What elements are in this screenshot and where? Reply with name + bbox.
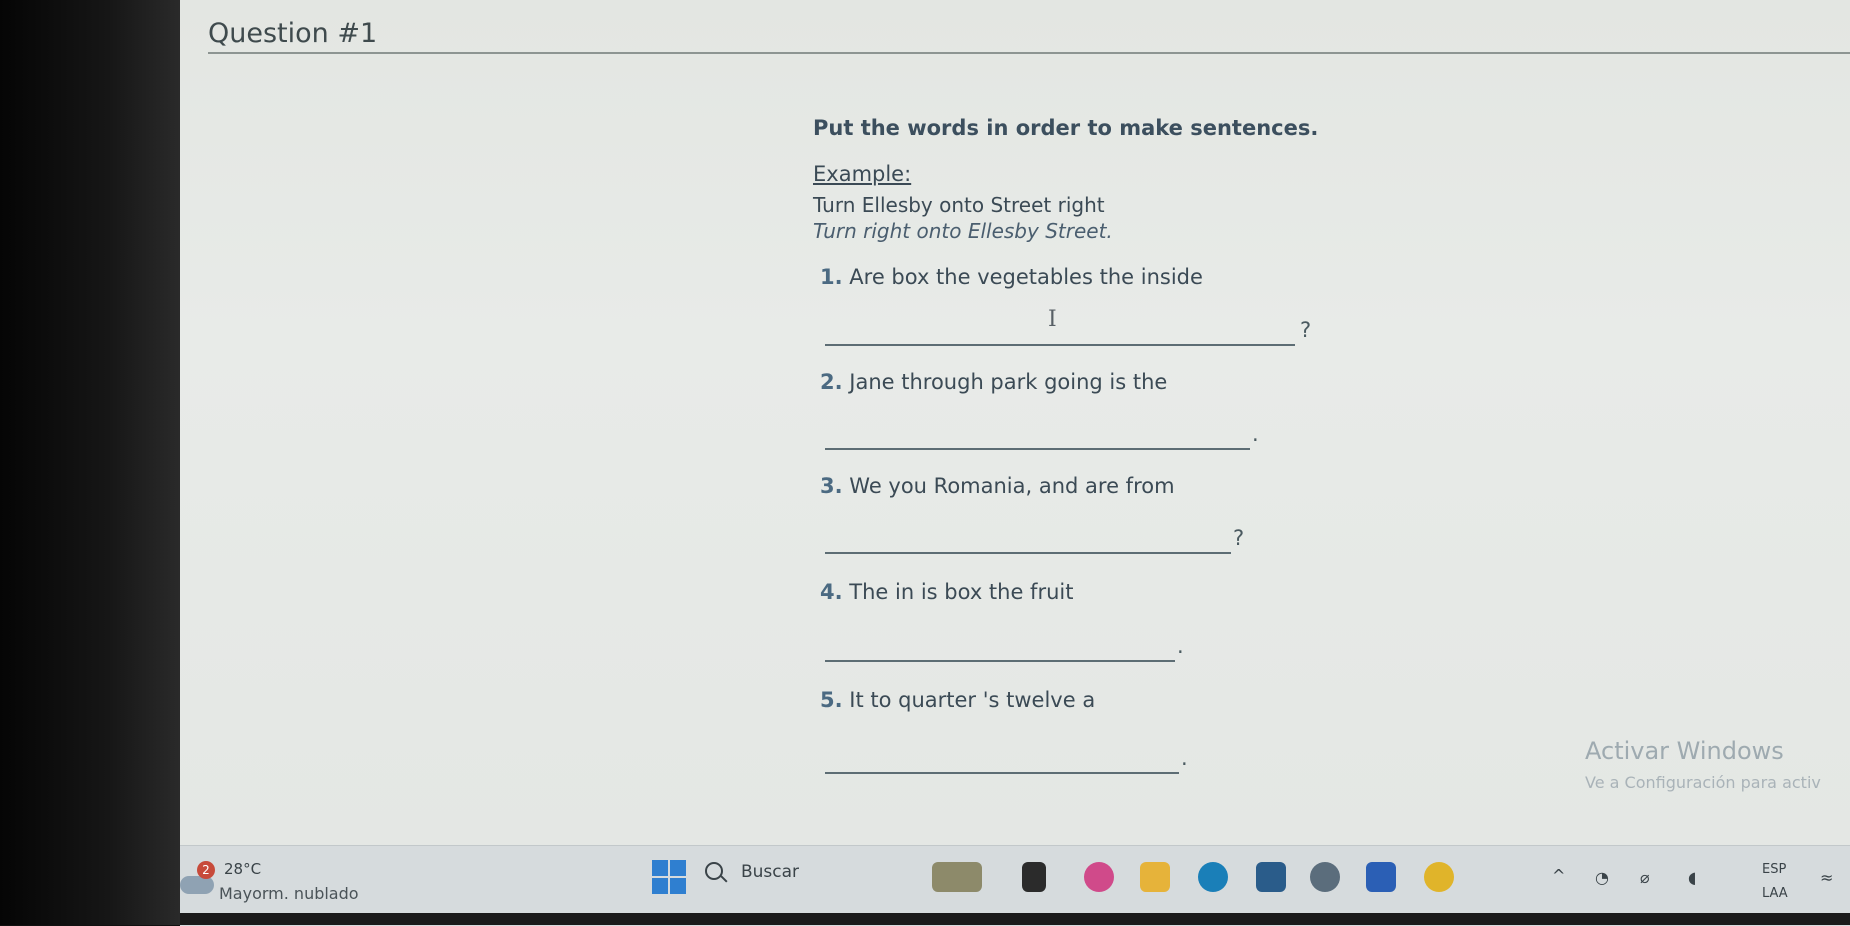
activation-watermark-subtitle: Ve a Configuración para activ (1585, 773, 1821, 792)
instructions-text: Put the words in order to make sentences… (813, 116, 1319, 140)
answer-end-2: . (1252, 422, 1259, 446)
item-2: 2. Jane through park going is the (820, 370, 1167, 394)
answer-field-3[interactable] (825, 526, 1231, 554)
item-number: 1. (820, 265, 843, 289)
item-number: 5. (820, 688, 843, 712)
keyboard-layout-indicator[interactable]: LAA (1762, 886, 1788, 901)
settings-gear-icon[interactable] (1310, 862, 1340, 892)
item-4: 4. The in is box the fruit (820, 580, 1073, 604)
answer-end-3: ? (1233, 526, 1245, 550)
search-icon (705, 862, 723, 880)
item-number: 4. (820, 580, 843, 604)
weather-widget[interactable]: 2 28°C Mayorm. nublado (180, 846, 380, 916)
monitor-bottom-edge (180, 913, 1850, 925)
windows-logo-icon (670, 860, 686, 876)
wifi-icon[interactable]: ≈ (1820, 868, 1833, 887)
item-words: We you Romania, and are from (849, 474, 1175, 498)
language-indicator[interactable]: ESP (1762, 862, 1786, 877)
windows-logo-icon (652, 860, 668, 876)
weather-badge: 2 (197, 861, 215, 879)
windows-logo-icon (652, 878, 668, 894)
weather-condition: Mayorm. nublado (219, 884, 359, 903)
weather-temperature: 28°C (224, 860, 262, 878)
copilot-tray-icon[interactable]: ◔ (1595, 868, 1609, 887)
item-5: 5. It to quarter 's twelve a (820, 688, 1095, 712)
answer-end-1: ? (1300, 318, 1312, 342)
taskbar-search[interactable]: Buscar (705, 860, 905, 894)
question-title: Question #1 (208, 18, 378, 49)
example-answer: Turn right onto Ellesby Street. (813, 219, 1113, 243)
news-widget-icon[interactable] (932, 862, 982, 892)
task-view-icon[interactable] (1022, 862, 1046, 892)
copilot-icon[interactable] (1084, 862, 1114, 892)
store-icon[interactable] (1256, 862, 1286, 892)
item-words: Jane through park going is the (849, 370, 1168, 394)
answer-field-5[interactable] (825, 746, 1179, 774)
file-explorer-icon[interactable] (1140, 862, 1170, 892)
edge-browser-icon[interactable] (1198, 862, 1228, 892)
answer-end-5: . (1181, 746, 1188, 770)
item-words: It to quarter 's twelve a (849, 688, 1096, 712)
activation-watermark-title: Activar Windows (1585, 737, 1784, 765)
search-label: Buscar (741, 862, 800, 882)
chrome-browser-icon[interactable] (1424, 862, 1454, 892)
question-header: Question #1 (208, 14, 1850, 54)
windows-logo-icon (670, 878, 686, 894)
answer-field-1[interactable] (825, 318, 1295, 346)
microphone-icon[interactable]: ◖ (1688, 868, 1696, 887)
item-number: 2. (820, 370, 843, 394)
item-number: 3. (820, 474, 843, 498)
start-button[interactable] (652, 860, 686, 894)
example-label: Example: (813, 162, 912, 186)
worksheet-screen: Question #1 Put the words in order to ma… (180, 0, 1850, 845)
answer-field-4[interactable] (825, 634, 1175, 662)
item-1: 1. Are box the vegetables the inside (820, 265, 1203, 289)
item-words: The in is box the fruit (849, 580, 1074, 604)
answer-end-4: . (1177, 634, 1184, 658)
monitor-bezel (0, 0, 180, 925)
cloud-icon (180, 876, 214, 894)
text-cursor-icon: I (1048, 307, 1057, 332)
word-app-icon[interactable] (1366, 862, 1396, 892)
chevron-up-icon[interactable]: ^ (1552, 866, 1565, 885)
answer-field-2[interactable] (825, 422, 1250, 450)
example-words: Turn Ellesby onto Street right (813, 193, 1105, 217)
notifications-off-icon[interactable]: ⌀ (1640, 868, 1650, 887)
item-words: Are box the vegetables the inside (849, 265, 1203, 289)
item-3: 3. We you Romania, and are from (820, 474, 1175, 498)
